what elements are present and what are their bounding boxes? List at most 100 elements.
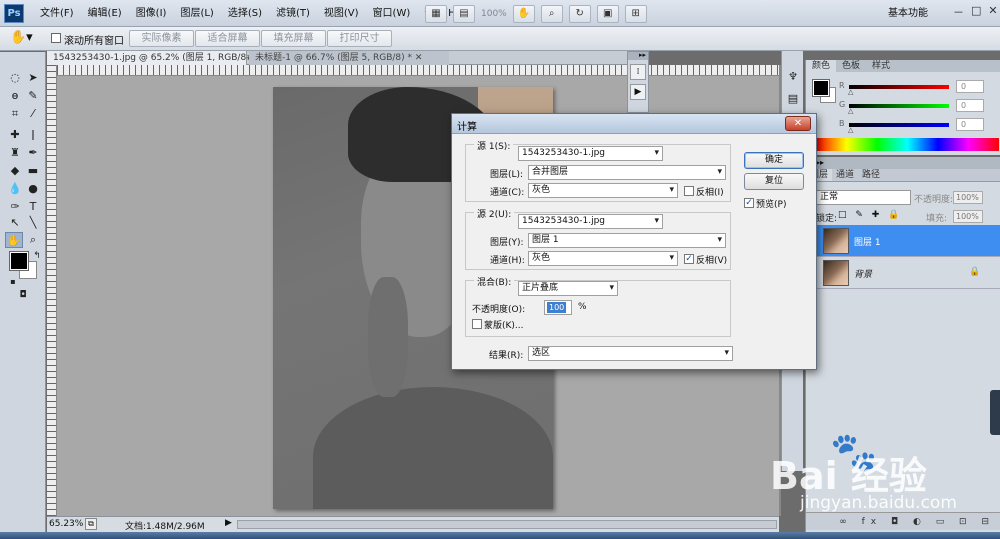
layer-row-layer1[interactable]: 图层 1 — [806, 225, 1000, 257]
color-panel-foreground[interactable] — [812, 79, 830, 97]
eraser-tool-icon[interactable]: ◆ — [6, 163, 24, 179]
clone-source-icon[interactable]: ▤ — [785, 91, 801, 107]
tab-paths[interactable]: 路径 — [858, 169, 884, 181]
close-icon[interactable]: ✕ — [988, 4, 997, 20]
status-menu-arrow-icon[interactable]: ▶ — [225, 518, 232, 528]
menu-filter[interactable]: 滤镜(T) — [269, 0, 317, 27]
menu-select[interactable]: 选择(S) — [221, 0, 269, 27]
menu-edit[interactable]: 编辑(E) — [81, 0, 129, 27]
green-slider-thumb[interactable]: △ — [848, 107, 853, 115]
tab-document-2[interactable]: 未标题-1 @ 66.7% (图层 5, RGB/8) * ✕ — [249, 51, 449, 65]
tab-styles[interactable]: 样式 — [866, 60, 896, 72]
layer-blend-mode-select[interactable]: 正常 — [816, 190, 911, 205]
menu-view[interactable]: 视图(V) — [317, 0, 366, 27]
gradient-tool-icon[interactable]: ▬ — [24, 163, 42, 179]
tab-color[interactable]: 颜色 — [806, 60, 837, 72]
workspace-switcher[interactable]: 基本功能 — [888, 0, 928, 27]
red-slider[interactable] — [849, 85, 949, 89]
crop-tool-icon[interactable]: ⌗ — [6, 106, 24, 122]
ok-button[interactable]: 确定 — [744, 152, 804, 169]
source1-invert-checkbox[interactable] — [684, 186, 694, 196]
move-tool-icon[interactable]: ➤ — [24, 70, 42, 86]
source1-file-select[interactable]: 1543253430-1.jpg — [518, 146, 663, 161]
minimize-icon[interactable]: － — [953, 4, 964, 20]
green-value-input[interactable]: 0 — [956, 99, 984, 112]
lasso-tool-icon[interactable]: ɵ — [6, 88, 24, 104]
layer-row-background[interactable]: 背景 🔒 — [806, 257, 1000, 289]
collapse-panel-icon[interactable]: ▸▸ — [628, 52, 648, 60]
pen-tool-icon[interactable]: ✑ — [6, 199, 24, 215]
dock-collapse-handle[interactable] — [990, 390, 1000, 435]
brush-tool-icon[interactable]: ǀ — [24, 127, 42, 143]
layers-footer-icons[interactable]: ∞ fx ◘ ◐ ▭ ⊡ ⊟ — [806, 512, 1000, 530]
menu-image[interactable]: 图像(I) — [129, 0, 174, 27]
hand-tool-icon[interactable]: ✋ — [512, 4, 535, 23]
zoom-percentage[interactable]: 65.23% — [49, 519, 83, 529]
type-tool-icon[interactable]: T — [24, 199, 42, 215]
blue-slider[interactable] — [849, 123, 949, 127]
zoom-level[interactable]: 100% — [481, 9, 507, 19]
brush-panel-icon[interactable]: ♆ — [785, 69, 801, 85]
hand-tool-icon[interactable]: ✋ — [5, 232, 23, 248]
tab-channels[interactable]: 通道 — [832, 169, 858, 181]
source2-channel-select[interactable]: 灰色 — [528, 251, 678, 266]
maximize-icon[interactable]: □ — [971, 4, 981, 20]
blend-opacity-input[interactable]: 100 — [544, 300, 572, 315]
tab-document-1[interactable]: 1543253430-1.jpg @ 65.2% (图层 1, RGB/8#) … — [47, 51, 275, 65]
marquee-tool-icon[interactable]: ◌ — [6, 70, 24, 86]
bridge-icon[interactable]: ▦ — [425, 4, 447, 23]
path-select-icon[interactable]: ↖ — [6, 215, 24, 231]
quick-select-tool-icon[interactable]: ✎ — [24, 88, 42, 104]
healing-brush-icon[interactable]: ✚ — [6, 127, 24, 143]
extras-icon[interactable]: ⊞ — [624, 4, 647, 23]
eyedropper-tool-icon[interactable]: ⁄ — [24, 106, 42, 122]
color-spectrum-bar[interactable] — [816, 138, 999, 151]
reset-button[interactable]: 复位 — [744, 173, 804, 190]
scroll-all-windows-checkbox[interactable] — [51, 33, 61, 43]
print-size-button[interactable]: 打印尺寸 — [327, 30, 392, 47]
quick-mask-icon[interactable]: ◘ — [14, 287, 32, 303]
result-select[interactable]: 选区 — [528, 346, 733, 361]
menu-window[interactable]: 窗口(W) — [366, 0, 418, 27]
green-slider[interactable] — [849, 104, 949, 108]
tab-swatches[interactable]: 色板 — [836, 60, 866, 72]
swap-colors-icon[interactable]: ↰ — [28, 248, 46, 264]
zoom-tool-icon[interactable]: ⌕ — [24, 232, 42, 248]
history-brush-icon[interactable]: ✒ — [24, 145, 42, 161]
clone-stamp-icon[interactable]: ♜ — [6, 145, 24, 161]
source1-channel-select[interactable]: 灰色 — [528, 183, 678, 198]
layer-opacity-input[interactable]: 100% — [953, 191, 983, 204]
actions-panel-icon[interactable]: ▶ — [630, 84, 646, 100]
preview-checkbox[interactable]: ✓ — [744, 198, 754, 208]
foreground-color-swatch[interactable] — [9, 251, 29, 271]
dialog-title-bar[interactable]: 计算 ✕ — [452, 114, 816, 134]
source1-layer-select[interactable]: 合并图层 — [528, 165, 726, 180]
arrange-icon[interactable]: ▤ — [453, 4, 475, 23]
menu-layer[interactable]: 图层(L) — [173, 0, 220, 27]
layer-fill-input[interactable]: 100% — [953, 210, 983, 223]
red-slider-thumb[interactable]: △ — [848, 88, 853, 96]
rotate-view-icon[interactable]: ↻ — [568, 4, 591, 23]
blue-slider-thumb[interactable]: △ — [848, 126, 853, 134]
blue-value-input[interactable]: 0 — [956, 118, 984, 131]
hand-tool-preset-icon[interactable]: ✋▾ — [10, 30, 33, 45]
line-tool-icon[interactable]: ╲ — [24, 215, 42, 231]
horizontal-scrollbar[interactable] — [237, 520, 777, 529]
blur-tool-icon[interactable]: 💧 — [6, 181, 24, 197]
blend-mode-select[interactable]: 正片叠底 — [518, 281, 618, 296]
close-icon[interactable]: ✕ — [785, 116, 811, 131]
menu-file[interactable]: 文件(F) — [33, 0, 81, 27]
mask-checkbox[interactable] — [472, 319, 482, 329]
history-panel-icon[interactable]: ⁞ — [630, 64, 646, 80]
fit-screen-button[interactable]: 适合屏幕 — [195, 30, 260, 47]
screen-mode-icon[interactable]: ▣ — [596, 4, 619, 23]
dodge-tool-icon[interactable]: ● — [24, 181, 42, 197]
actual-pixels-button[interactable]: 实际像素 — [129, 30, 194, 47]
fill-screen-button[interactable]: 填充屏幕 — [261, 30, 326, 47]
source2-invert-checkbox[interactable]: ✓ — [684, 254, 694, 264]
zoom-preview-icon[interactable]: ⧉ — [85, 518, 97, 530]
layer-lock-icons[interactable]: □ ✎ ✚ 🔒 — [838, 210, 902, 220]
source2-file-select[interactable]: 1543253430-1.jpg — [518, 214, 663, 229]
zoom-tool-icon[interactable]: ⌕ — [540, 4, 563, 23]
source2-layer-select[interactable]: 图层 1 — [528, 233, 726, 248]
